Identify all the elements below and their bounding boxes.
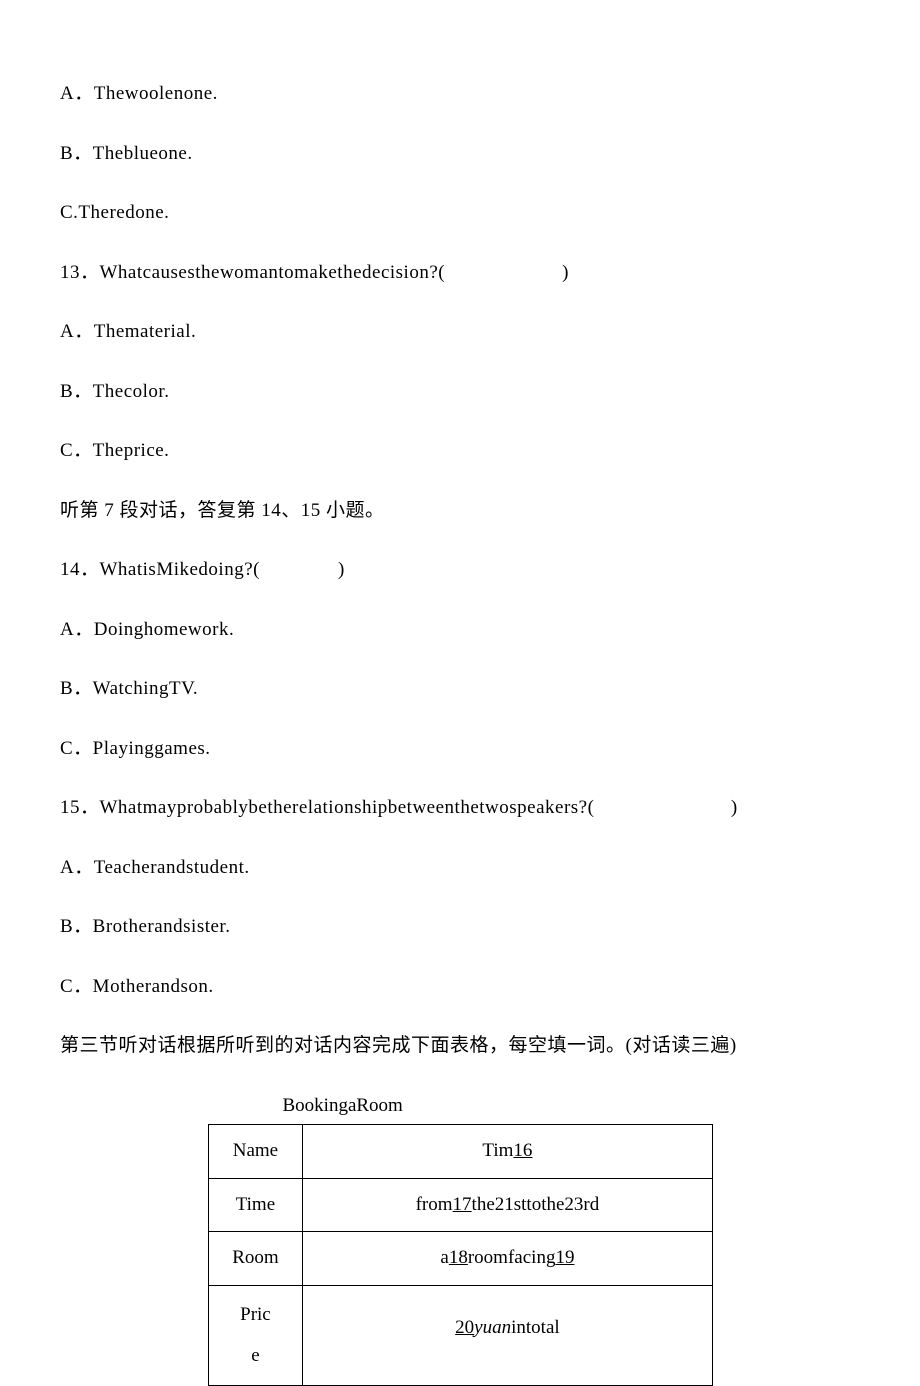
price-suffix: intotal [511,1317,560,1338]
time-prefix: from [416,1194,453,1215]
table-title: BookingaRoom [208,1092,713,1121]
booking-table: Name Tim16 Time from17the21sttothe23rd R… [208,1124,713,1386]
table-row: Time from17the21sttothe23rd [208,1178,712,1232]
blank-18[interactable]: 18 [449,1247,468,1268]
room-mid: roomfacing [468,1247,556,1268]
price-value: 20yuanintotal [303,1285,712,1386]
q14-prompt: 14．WhatisMikedoing?( ) [60,556,860,585]
time-suffix: the21sttothe23rd [472,1194,600,1215]
blank-20[interactable]: 20 [455,1317,474,1338]
q14-option-b: B．WatchingTV. [60,675,860,704]
room-value: a18roomfacing19 [303,1232,712,1286]
name-label: Name [208,1125,303,1179]
room-prefix: a [440,1247,448,1268]
name-prefix: Tim [482,1140,513,1161]
time-value: from17the21sttothe23rd [303,1178,712,1232]
q12-option-c: C.Theredone. [60,199,860,228]
q15-option-b: B．Brotherandsister. [60,913,860,942]
price-label: Price [208,1285,303,1386]
instruction-dialogue-7: 听第 7 段对话，答复第 14、15 小题。 [60,497,860,526]
blank-16[interactable]: 16 [513,1140,532,1161]
section3-instruction: 第三节听对话根据所听到的对话内容完成下面表格，每空填一词。(对话读三遍) [60,1032,860,1061]
price-italic: yuan [474,1317,511,1338]
blank-19[interactable]: 19 [555,1247,574,1268]
q14-option-a: A．Doinghomework. [60,616,860,645]
room-label: Room [208,1232,303,1286]
table-row: Name Tim16 [208,1125,712,1179]
q13-option-c: C．Theprice. [60,437,860,466]
q15-prompt: 15．Whatmayprobablybetherelationshipbetwe… [60,794,860,823]
q15-option-c: C．Motherandson. [60,973,860,1002]
q12-option-a: A．Thewoolenone. [60,80,860,109]
blank-17[interactable]: 17 [453,1194,472,1215]
table-row: Room a18roomfacing19 [208,1232,712,1286]
q13-option-a: A．Thematerial. [60,318,860,347]
time-label: Time [208,1178,303,1232]
q15-option-a: A．Teacherandstudent. [60,854,860,883]
q13-option-b: B．Thecolor. [60,378,860,407]
q13-prompt: 13．Whatcausesthewomantomakethedecision?(… [60,259,860,288]
q14-option-c: C．Playinggames. [60,735,860,764]
q12-option-b: B．Theblueone. [60,140,860,169]
booking-table-container: BookingaRoom Name Tim16 Time from17the21… [60,1092,860,1386]
table-row: Price 20yuanintotal [208,1285,712,1386]
name-value: Tim16 [303,1125,712,1179]
